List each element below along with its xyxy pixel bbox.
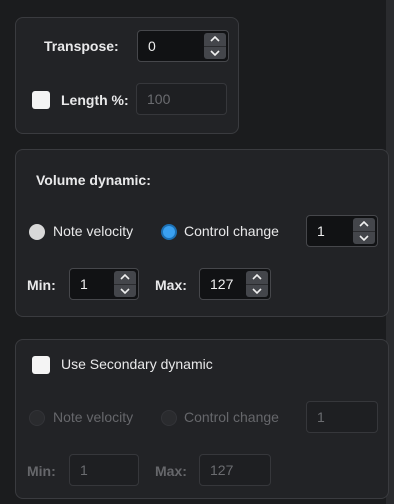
chevron-up-icon: [359, 221, 369, 227]
secondary-max-value: 127: [210, 462, 234, 478]
volume-min-label: Min:: [27, 277, 56, 293]
volume-max-increment-button[interactable]: [246, 271, 268, 284]
chevron-down-icon: [120, 288, 130, 294]
chevron-up-icon: [120, 274, 130, 280]
secondary-max-field[interactable]: 127: [199, 454, 271, 486]
secondary-control-change-radio[interactable]: [161, 410, 177, 426]
volume-max-stepper[interactable]: [246, 271, 268, 297]
secondary-min-label: Min:: [27, 463, 56, 479]
length-field[interactable]: 100: [136, 83, 227, 115]
volume-cc-stepper[interactable]: [353, 218, 375, 244]
volume-max-decrement-button[interactable]: [246, 283, 268, 298]
transpose-increment-button[interactable]: [204, 33, 226, 46]
secondary-max-label: Max:: [155, 463, 187, 479]
volume-max-field[interactable]: 127: [199, 268, 271, 300]
length-checkbox[interactable]: [32, 91, 50, 109]
chevron-down-icon: [359, 235, 369, 241]
volume-cc-increment-button[interactable]: [353, 218, 375, 231]
secondary-note-velocity-radio[interactable]: [29, 410, 45, 426]
volume-note-velocity-radio[interactable]: [29, 224, 45, 240]
chevron-down-icon: [252, 288, 262, 294]
transpose-decrement-button[interactable]: [204, 45, 226, 60]
use-secondary-dynamic-label: Use Secondary dynamic: [61, 356, 213, 372]
secondary-min-value: 1: [80, 462, 88, 478]
chevron-down-icon: [210, 50, 220, 56]
volume-max-label: Max:: [155, 277, 187, 293]
length-label: Length %:: [61, 92, 129, 108]
secondary-note-velocity-label: Note velocity: [53, 409, 134, 425]
transpose-label: Transpose:: [44, 38, 119, 54]
use-secondary-dynamic-checkbox[interactable]: [32, 356, 50, 374]
volume-min-field[interactable]: 1: [69, 268, 139, 300]
secondary-min-field[interactable]: 1: [69, 454, 139, 486]
volume-max-value: 127: [210, 276, 234, 292]
volume-control-change-label: Control change: [184, 223, 279, 239]
volume-cc-field[interactable]: 1: [306, 215, 378, 247]
volume-note-velocity-label: Note velocity: [53, 223, 134, 239]
volume-min-stepper[interactable]: [114, 271, 136, 297]
volume-min-decrement-button[interactable]: [114, 283, 136, 298]
volume-min-value: 1: [80, 276, 88, 292]
secondary-cc-field[interactable]: 1: [306, 401, 378, 433]
volume-cc-value: 1: [317, 223, 325, 239]
volume-dynamic-title: Volume dynamic:: [36, 172, 151, 188]
volume-control-change-radio[interactable]: [161, 224, 177, 240]
secondary-cc-value: 1: [317, 409, 325, 425]
secondary-control-change-label: Control change: [184, 409, 279, 425]
transpose-value: 0: [148, 38, 156, 54]
transpose-field[interactable]: 0: [137, 30, 229, 62]
volume-cc-decrement-button[interactable]: [353, 230, 375, 245]
chevron-up-icon: [252, 274, 262, 280]
transpose-stepper[interactable]: [204, 33, 226, 59]
volume-min-increment-button[interactable]: [114, 271, 136, 284]
length-value: 100: [147, 91, 171, 107]
chevron-up-icon: [210, 36, 220, 42]
